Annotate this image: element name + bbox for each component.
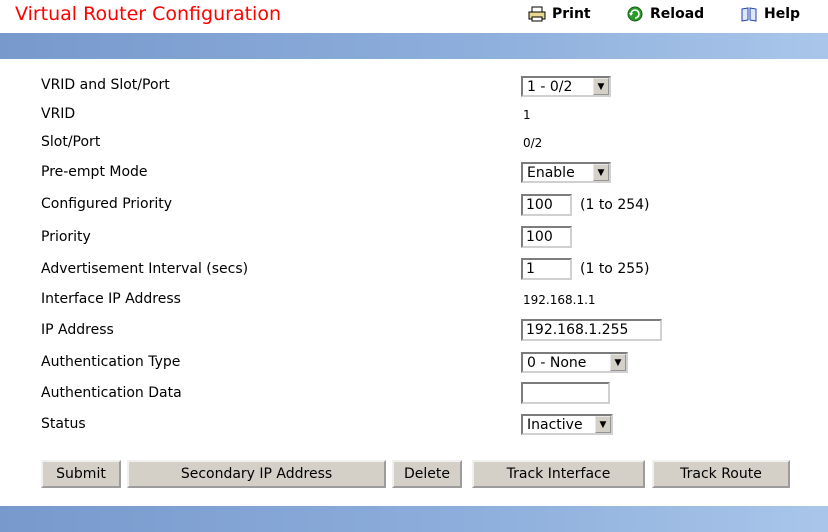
reload-link[interactable]: Reload — [626, 6, 704, 22]
printer-icon — [528, 6, 546, 22]
advertisement-interval-label: Advertisement Interval (secs) — [41, 261, 249, 277]
authentication-type-select[interactable]: 0 - None ▼ — [521, 352, 628, 373]
priority-input: 100 — [521, 226, 572, 248]
authentication-data-label: Authentication Data — [41, 385, 182, 401]
vrid-value: 1 — [523, 108, 531, 122]
authentication-data-input[interactable] — [521, 382, 610, 404]
configured-priority-input[interactable]: 100 — [521, 194, 572, 216]
configured-priority-hint: (1 to 254) — [580, 197, 650, 213]
secondary-ip-address-button[interactable]: Secondary IP Address — [127, 460, 386, 488]
status-label: Status — [41, 416, 86, 432]
chevron-down-icon: ▼ — [595, 416, 611, 433]
authentication-type-label: Authentication Type — [41, 354, 181, 370]
submit-button[interactable]: Submit — [41, 460, 121, 488]
print-link[interactable]: Print — [528, 6, 591, 22]
reload-label: Reload — [650, 6, 705, 22]
advertisement-interval-input[interactable]: 1 — [521, 258, 572, 280]
vrid-slot-port-label: VRID and Slot/Port — [41, 77, 170, 93]
ip-address-input[interactable]: 192.168.1.255 — [521, 319, 662, 341]
chevron-down-icon: ▼ — [593, 78, 609, 95]
track-interface-button[interactable]: Track Interface — [472, 460, 645, 488]
chevron-down-icon: ▼ — [593, 164, 609, 181]
configured-priority-label: Configured Priority — [41, 196, 173, 212]
vrid-slot-port-select[interactable]: 1 - 0/2 ▼ — [521, 76, 611, 97]
status-select[interactable]: Inactive ▼ — [521, 414, 613, 435]
priority-label: Priority — [41, 229, 91, 245]
advertisement-interval-hint: (1 to 255) — [580, 261, 650, 277]
slot-port-value: 0/2 — [523, 136, 543, 150]
chevron-down-icon: ▼ — [610, 354, 626, 371]
delete-button[interactable]: Delete — [392, 460, 462, 488]
interface-ip-label: Interface IP Address — [41, 291, 181, 307]
footer-band — [0, 506, 828, 532]
reload-icon — [626, 6, 644, 22]
ip-address-label: IP Address — [41, 322, 114, 338]
header-band — [0, 33, 828, 59]
slot-port-label: Slot/Port — [41, 134, 101, 150]
print-label: Print — [552, 6, 591, 22]
preempt-mode-select[interactable]: Enable ▼ — [521, 162, 611, 183]
page-title: Virtual Router Configuration — [15, 3, 281, 25]
book-icon — [740, 6, 758, 22]
help-link[interactable]: Help — [740, 6, 800, 22]
help-label: Help — [764, 6, 801, 22]
preempt-mode-label: Pre-empt Mode — [41, 164, 148, 180]
vrid-label: VRID — [41, 106, 76, 122]
interface-ip-value: 192.168.1.1 — [523, 293, 596, 307]
track-route-button[interactable]: Track Route — [652, 460, 790, 488]
